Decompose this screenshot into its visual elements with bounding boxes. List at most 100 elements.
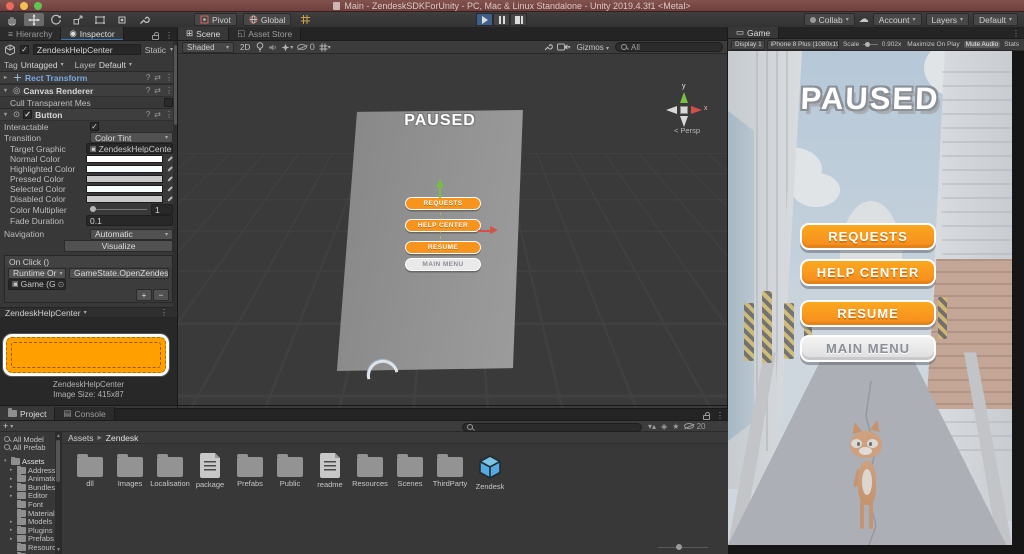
- asset-item-images[interactable]: Images: [110, 452, 150, 488]
- grid-visibility-dropdown[interactable]: ▾: [319, 43, 331, 52]
- kebab-menu-icon[interactable]: ⋮: [165, 73, 173, 82]
- collab-dropdown[interactable]: Collab▾: [804, 13, 855, 26]
- tool-settings-icon[interactable]: [543, 42, 553, 52]
- account-dropdown[interactable]: Account▾: [873, 13, 922, 26]
- game-viewport[interactable]: PAUSED REQUESTS HELP CENTER RESUME MAIN …: [728, 51, 1012, 545]
- game-help-center-button[interactable]: HELP CENTER: [800, 259, 936, 286]
- asset-item-public[interactable]: Public: [270, 452, 310, 488]
- move-tool-button[interactable]: [24, 13, 44, 26]
- kebab-menu-icon[interactable]: ⋮: [716, 411, 724, 420]
- preset-icon[interactable]: ⇄: [154, 110, 161, 119]
- tab-hierarchy[interactable]: ≡Hierarchy: [0, 27, 61, 40]
- step-button[interactable]: [510, 13, 527, 26]
- game-requests-button[interactable]: REQUESTS: [800, 223, 936, 250]
- kebab-menu-icon[interactable]: ⋮: [160, 308, 168, 317]
- breadcrumb-assets[interactable]: Assets: [68, 433, 94, 443]
- tab-project[interactable]: Project: [0, 407, 55, 420]
- kebab-menu-icon[interactable]: ⋮: [165, 110, 173, 119]
- interactable-checkbox[interactable]: ✓: [90, 122, 99, 131]
- favorites-star-icon[interactable]: ★: [672, 422, 679, 431]
- asset-item-resources[interactable]: Resources: [350, 452, 390, 488]
- rect-tool-button[interactable]: [90, 13, 110, 26]
- asset-item-localisation[interactable]: Localisation: [150, 452, 190, 488]
- disabled-color-swatch[interactable]: [86, 195, 163, 203]
- color-multiplier-value[interactable]: 1: [151, 204, 173, 215]
- axis-left-cone[interactable]: [666, 106, 677, 114]
- maximize-on-play-toggle[interactable]: Maximize On Play: [905, 41, 961, 48]
- tab-game[interactable]: ▭Game: [728, 27, 779, 38]
- static-label[interactable]: Static: [145, 45, 166, 55]
- grid-snap-button[interactable]: [295, 13, 315, 26]
- help-icon[interactable]: ?: [146, 73, 150, 82]
- lock-icon[interactable]: [152, 35, 159, 40]
- preview-header[interactable]: ZendeskHelpCenter▾ ⋮: [0, 307, 177, 318]
- add-event-button[interactable]: +: [136, 289, 152, 301]
- tab-console[interactable]: ▤Console: [55, 407, 114, 420]
- shading-mode-dropdown[interactable]: Shaded▾: [182, 42, 234, 53]
- button-enabled-checkbox[interactable]: ✓: [23, 110, 32, 119]
- foldout-icon[interactable]: ▸: [10, 484, 15, 490]
- inspector-scrollbar[interactable]: [173, 41, 177, 308]
- eyedropper-icon[interactable]: [167, 166, 172, 171]
- pressed-color-swatch[interactable]: [86, 175, 163, 183]
- transform-tool-button[interactable]: [112, 13, 132, 26]
- eyedropper-icon[interactable]: [167, 196, 172, 201]
- gameobject-name-field[interactable]: ZendeskHelpCenter: [33, 44, 141, 55]
- onclick-target-field[interactable]: ▣Game (G⊙: [8, 279, 66, 290]
- asset-item-thirdparty[interactable]: ThirdParty: [430, 452, 470, 488]
- thumbnail-size-slider[interactable]: [658, 547, 708, 548]
- move-gizmo-y-axis[interactable]: [439, 186, 441, 198]
- foldout-icon[interactable]: ▾: [4, 111, 10, 118]
- tree-item-materials[interactable]: Materials: [0, 509, 61, 518]
- scene-search-input[interactable]: All: [615, 42, 723, 52]
- kebab-menu-icon[interactable]: ⋮: [165, 86, 173, 95]
- layer-dropdown[interactable]: Default: [99, 60, 126, 70]
- foldout-icon[interactable]: ▸: [10, 467, 15, 473]
- favorite-all-models[interactable]: All Model: [0, 435, 61, 444]
- active-checkbox[interactable]: ✓: [20, 45, 29, 54]
- search-by-label-icon[interactable]: ◈: [661, 422, 667, 431]
- preset-icon[interactable]: ⇄: [154, 86, 161, 95]
- fade-duration-value[interactable]: 0.1: [86, 215, 173, 226]
- kebab-menu-icon[interactable]: ⋮: [165, 31, 173, 40]
- help-icon[interactable]: ?: [146, 86, 150, 95]
- tree-item-bundles[interactable]: ▸Bundles: [0, 483, 61, 492]
- tree-item-editor[interactable]: ▸Editor: [0, 492, 61, 501]
- component-rect-transform[interactable]: ▸ Rect Transform ?⇄⋮: [0, 71, 177, 84]
- eyedropper-icon[interactable]: [167, 156, 172, 161]
- play-button[interactable]: [476, 13, 493, 26]
- layers-dropdown[interactable]: Layers▾: [926, 13, 970, 26]
- normal-color-swatch[interactable]: [86, 155, 163, 163]
- visualize-button[interactable]: Visualize: [64, 240, 173, 252]
- create-asset-button[interactable]: +: [3, 422, 8, 431]
- help-icon[interactable]: ?: [146, 110, 150, 119]
- scene-camera-dropdown[interactable]: ▾: [557, 43, 571, 51]
- lighting-toggle-icon[interactable]: [256, 42, 264, 52]
- tree-item-animation[interactable]: ▸Animatio: [0, 474, 61, 483]
- tag-dropdown[interactable]: Untagged: [21, 60, 58, 70]
- color-multiplier-slider[interactable]: [90, 209, 147, 210]
- scene-resume-button[interactable]: RESUME: [405, 241, 481, 254]
- breadcrumb-zendesk[interactable]: Zendesk: [106, 433, 139, 443]
- object-picker-icon[interactable]: ⊙: [58, 280, 65, 289]
- remove-event-button[interactable]: −: [153, 289, 169, 301]
- asset-item-package[interactable]: package: [190, 452, 230, 489]
- perspective-toggle[interactable]: < Persp: [664, 126, 710, 135]
- global-toggle[interactable]: Global: [243, 13, 292, 26]
- tree-item-plugins[interactable]: ▸Plugins: [0, 526, 61, 535]
- resolution-dropdown[interactable]: iPhone 8 Plus (1080x192(▾: [767, 40, 839, 50]
- layout-dropdown[interactable]: Default▾: [973, 13, 1018, 26]
- tree-item-resources[interactable]: Resource: [0, 543, 61, 552]
- tree-item-models[interactable]: ▸Models: [0, 517, 61, 526]
- tree-item-font[interactable]: Font: [0, 500, 61, 509]
- foldout-icon[interactable]: ▸: [10, 476, 15, 482]
- pause-button[interactable]: [493, 13, 510, 26]
- asset-item-prefabs[interactable]: Prefabs: [230, 452, 270, 488]
- axis-y-cone[interactable]: [680, 92, 688, 103]
- search-by-type-icon[interactable]: ▾▴: [648, 422, 656, 431]
- component-button[interactable]: ▾ ⊙ ✓ Button ?⇄⋮: [0, 108, 177, 121]
- eyedropper-icon[interactable]: [167, 186, 172, 191]
- foldout-icon[interactable]: ▸: [10, 519, 15, 525]
- foldout-icon[interactable]: ▾: [4, 458, 9, 464]
- custom-tool-button[interactable]: [134, 13, 154, 26]
